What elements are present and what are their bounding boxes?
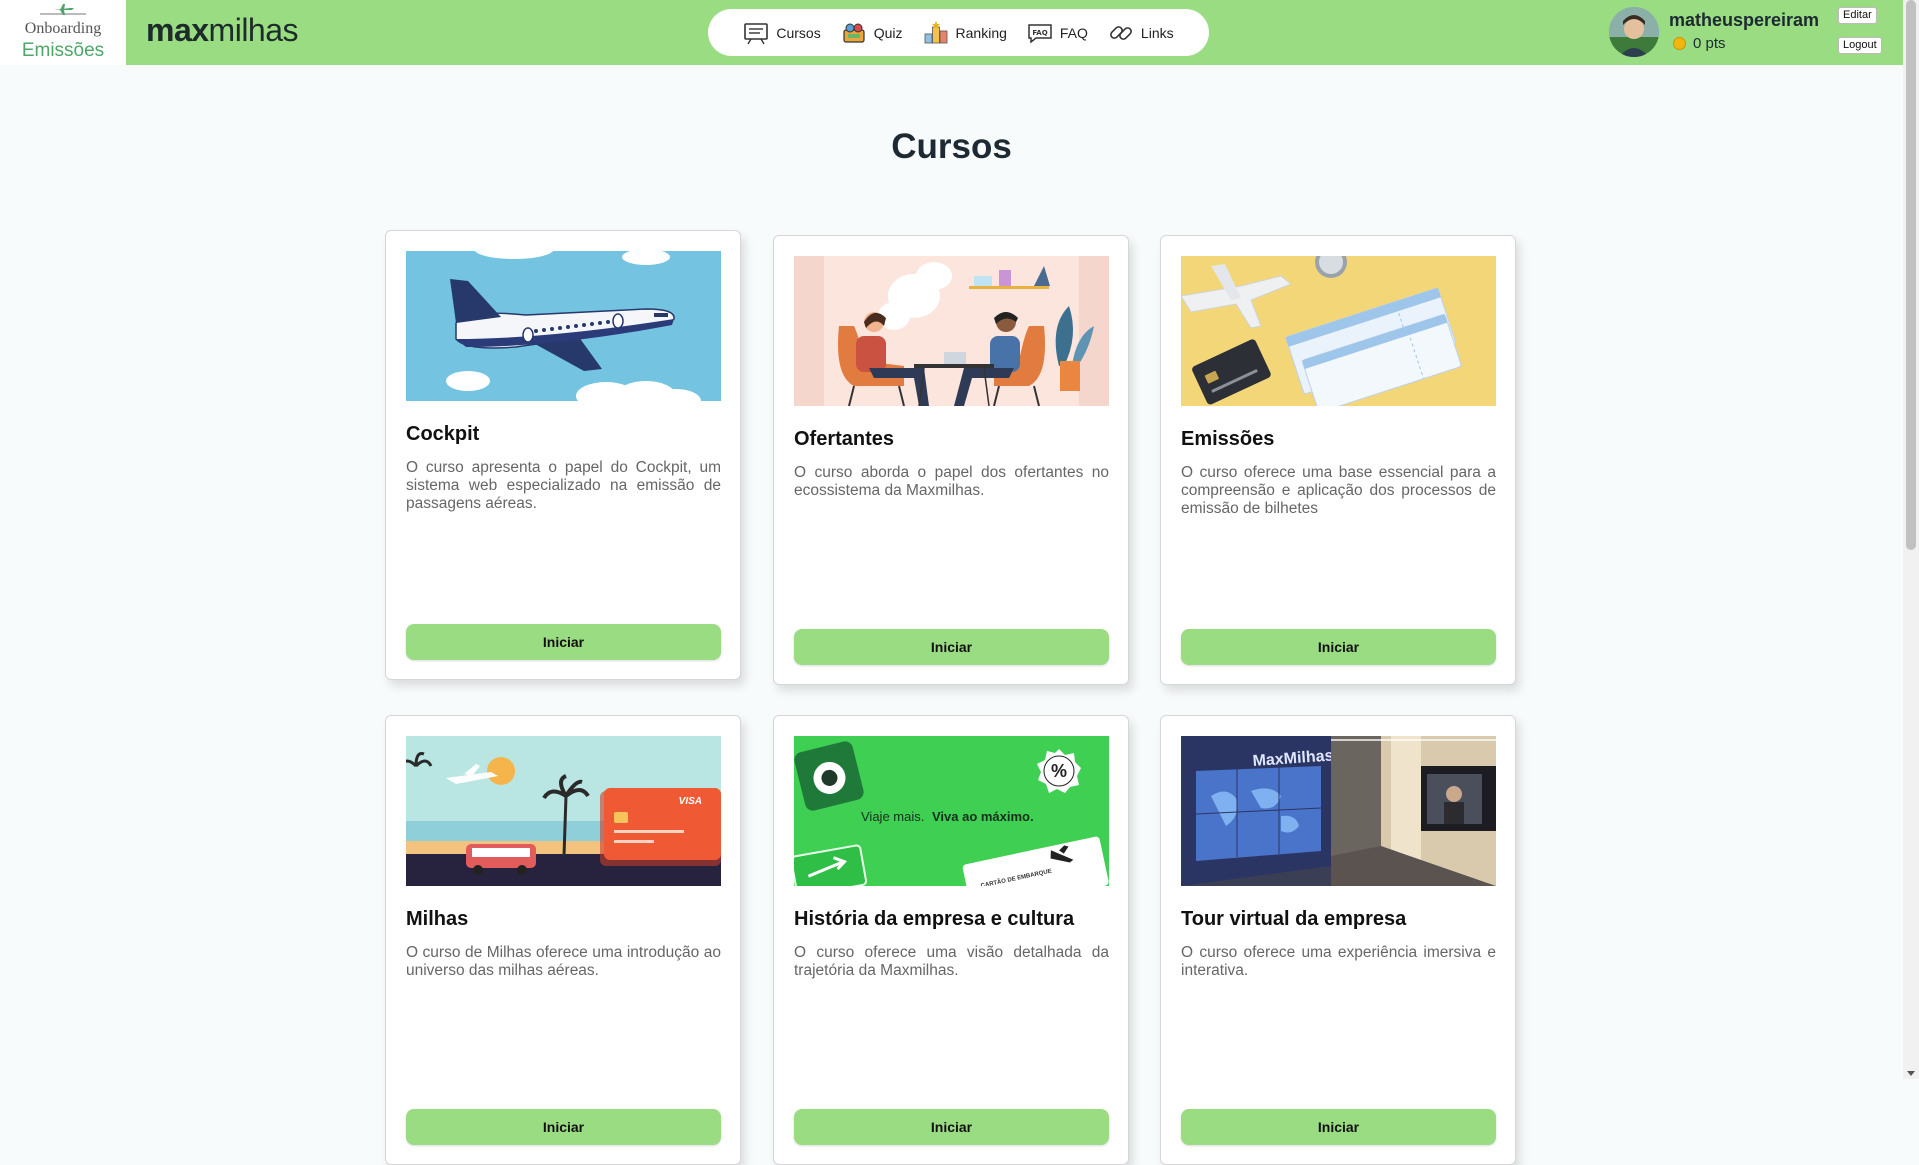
beach-credit-card-illustration: VISA xyxy=(406,736,721,886)
edit-profile-button[interactable]: Editar xyxy=(1838,7,1877,24)
banner-text-bold: Viva ao máximo. xyxy=(932,809,1034,824)
logo-text-onboarding: Onboarding xyxy=(24,20,102,37)
page-scrollbar[interactable] xyxy=(1903,0,1919,1079)
course-title: Tour virtual da empresa xyxy=(1181,908,1407,930)
course-image-ofertantes xyxy=(794,256,1109,406)
course-description: O curso oferece uma visão detalhada da t… xyxy=(794,944,1109,979)
start-course-button[interactable]: Iniciar xyxy=(1181,629,1496,665)
scrollbar-thumb[interactable] xyxy=(1906,0,1916,550)
svg-text:Viaje mais. Viva ao má: Viaje mais. Viva ao máximo. xyxy=(861,809,1034,824)
course-title: Cockpit xyxy=(406,423,480,445)
course-card-emissoes: Emissões O curso oferece uma base essenc… xyxy=(1160,235,1516,685)
course-image-tour: MaxMilhas xyxy=(1181,736,1496,886)
course-description: O curso oferece uma experiência imersiva… xyxy=(1181,944,1496,979)
logout-button[interactable]: Logout xyxy=(1838,37,1882,54)
course-title: História da empresa e cultura xyxy=(794,908,1075,930)
course-image-cockpit xyxy=(406,251,721,401)
ranking-icon xyxy=(924,20,947,43)
onboarding-logo[interactable]: Onboarding Emissões xyxy=(0,0,126,65)
avatar[interactable] xyxy=(1609,7,1659,57)
courses-icon xyxy=(744,22,769,44)
start-course-button[interactable]: Iniciar xyxy=(794,1109,1109,1145)
course-description: O curso de Milhas oferece uma introdução… xyxy=(406,944,721,979)
brand-rest: milhas xyxy=(208,12,299,48)
course-card-historia: % Viaje mais. Viva ao máximo. CARTÃO DE … xyxy=(773,715,1129,1165)
brand-bold: max xyxy=(146,12,209,48)
scroll-down-arrow-icon[interactable] xyxy=(1907,1071,1915,1076)
course-card-tour-virtual: MaxMilhas Tour virtual da empresa O curs… xyxy=(1160,715,1516,1165)
course-description: O curso apresenta o papel do Cockpit, um… xyxy=(406,459,721,512)
course-card-milhas: VISA Milhas O curso de Milhas oferece um… xyxy=(385,715,741,1165)
start-course-button[interactable]: Iniciar xyxy=(406,1109,721,1145)
start-course-button[interactable]: Iniciar xyxy=(1181,1109,1496,1145)
main-nav: Cursos Quiz Ranking FAQ FAQ Links xyxy=(708,9,1209,56)
nav-label-ranking: Ranking xyxy=(955,24,1007,41)
course-image-emissoes xyxy=(1181,256,1496,406)
coin-icon xyxy=(1673,37,1686,50)
course-card-ofertantes: Ofertantes O curso aborda o papel dos of… xyxy=(773,235,1129,685)
course-image-milhas: VISA xyxy=(406,736,721,886)
nav-item-quiz[interactable]: Quiz xyxy=(841,21,903,45)
points-value: 0 pts xyxy=(1693,35,1726,52)
office-photo: MaxMilhas xyxy=(1181,736,1496,886)
airplane-sky-illustration xyxy=(406,251,721,401)
nav-item-faq[interactable]: FAQ FAQ xyxy=(1027,21,1088,45)
plane-logo-icon xyxy=(40,4,86,15)
brand-banner: % Viaje mais. Viva ao máximo. CARTÃO DE … xyxy=(794,736,1109,886)
course-title: Emissões xyxy=(1181,428,1275,450)
logo-text-emissoes: Emissões xyxy=(21,40,105,61)
start-course-button[interactable]: Iniciar xyxy=(794,629,1109,665)
tickets-and-card-photo xyxy=(1181,256,1496,406)
quiz-icon xyxy=(843,23,865,43)
two-people-talking-illustration xyxy=(794,256,1109,406)
username: matheuspereiram xyxy=(1669,10,1820,30)
course-title: Milhas xyxy=(406,908,469,930)
course-title: Ofertantes xyxy=(794,428,895,450)
course-description: O curso oferece uma base essencial para … xyxy=(1181,464,1496,517)
nav-item-links[interactable]: Links xyxy=(1108,21,1174,45)
top-header: Onboarding Emissões maxmilhas Cursos Qui… xyxy=(0,0,1903,65)
nav-label-cursos: Cursos xyxy=(776,24,821,41)
user-points: 0 pts xyxy=(1673,35,1726,52)
nav-label-faq: FAQ xyxy=(1059,24,1088,41)
maxmilhas-brand[interactable]: maxmilhas xyxy=(146,12,299,49)
nav-item-ranking[interactable]: Ranking xyxy=(923,20,1007,45)
user-avatar-image xyxy=(1609,7,1659,57)
svg-text:%: % xyxy=(1051,761,1067,781)
nav-label-links: Links xyxy=(1140,24,1174,41)
faq-icon: FAQ xyxy=(1028,23,1052,44)
course-image-historia: % Viaje mais. Viva ao máximo. CARTÃO DE … xyxy=(794,736,1109,886)
banner-text-regular: Viaje mais. xyxy=(861,809,924,824)
nav-label-quiz: Quiz xyxy=(873,24,903,41)
svg-text:VISA: VISA xyxy=(679,796,702,807)
start-course-button[interactable]: Iniciar xyxy=(406,624,721,660)
svg-text:FAQ: FAQ xyxy=(1032,29,1047,37)
link-icon xyxy=(1110,25,1132,40)
course-description: O curso aborda o papel dos ofertantes no… xyxy=(794,464,1109,499)
page-title: Cursos xyxy=(891,127,1012,166)
course-card-cockpit: Cockpit O curso apresenta o papel do Coc… xyxy=(385,230,741,680)
nav-item-cursos[interactable]: Cursos xyxy=(743,21,821,45)
